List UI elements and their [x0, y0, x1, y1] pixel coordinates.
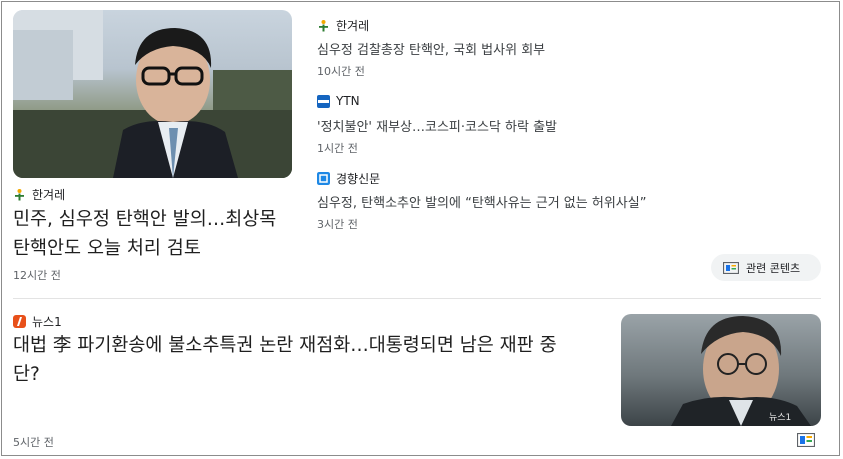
related-content-icon — [723, 261, 739, 274]
image-watermark: 뉴스1 — [769, 412, 791, 423]
headline-line: 단? — [13, 364, 40, 385]
related-item-2-time: 1시간 전 — [317, 142, 358, 155]
top-story-headline[interactable]: 민주, 심우정 탄핵안 발의…최상목 탄핵안도 오늘 처리 검토 — [13, 205, 276, 263]
related-item-3-time: 3시간 전 — [317, 218, 358, 231]
related-item-3-source[interactable]: 경향신문 — [317, 170, 380, 187]
source-name: 한겨레 — [336, 19, 370, 33]
second-story-time: 5시간 전 — [13, 436, 54, 449]
news1-logo-icon — [13, 315, 26, 328]
related-item-1-time: 10시간 전 — [317, 65, 365, 78]
headline-line: 대법 李 파기환송에 불소추특권 논란 재점화…대통령되면 남은 재판 중 — [13, 335, 557, 356]
hani-logo-icon — [319, 20, 328, 32]
related-item-2-source[interactable]: YTN — [317, 94, 360, 108]
related-content-icon[interactable] — [797, 433, 815, 447]
headline-line: 민주, 심우정 탄핵안 발의…최상목 — [13, 209, 277, 230]
ytn-logo-icon — [317, 94, 330, 108]
hani-logo-icon — [15, 189, 24, 201]
related-item-2-headline[interactable]: '정치불안' 재부상…코스피·코스닥 하락 출발 — [317, 116, 557, 135]
source-name: 한겨레 — [32, 188, 66, 202]
top-story-source[interactable]: 한겨레 — [13, 186, 65, 203]
kyunghyang-logo-icon — [317, 172, 330, 185]
section-divider — [13, 298, 821, 299]
source-name: 경향신문 — [336, 172, 381, 186]
related-item-1-headline[interactable]: 심우정 검찰총장 탄핵안, 국회 법사위 회부 — [317, 39, 545, 58]
related-content-button[interactable]: 관련 콘텐츠 — [711, 254, 821, 281]
source-name: 뉴스1 — [32, 315, 62, 329]
related-item-3-headline[interactable]: 심우정, 탄핵소추안 발의에 “탄핵사유는 근거 없는 허위사실” — [317, 192, 646, 211]
headline-line: 탄핵안도 오늘 처리 검토 — [13, 238, 201, 259]
man-portrait-illustration: 뉴스1 — [671, 316, 811, 426]
related-content-label: 관련 콘텐츠 — [746, 261, 801, 275]
second-story-image[interactable]: 뉴스1 — [621, 314, 821, 426]
second-story-headline[interactable]: 대법 李 파기환송에 불소추특권 논란 재점화…대통령되면 남은 재판 중 단? — [13, 331, 593, 389]
man-portrait-illustration — [13, 10, 292, 178]
top-story-time: 12시간 전 — [13, 269, 61, 282]
source-name: YTN — [336, 94, 360, 108]
second-story-source[interactable]: 뉴스1 — [13, 313, 62, 330]
top-story-image[interactable] — [13, 10, 292, 178]
related-item-1-source[interactable]: 한겨레 — [317, 17, 369, 34]
